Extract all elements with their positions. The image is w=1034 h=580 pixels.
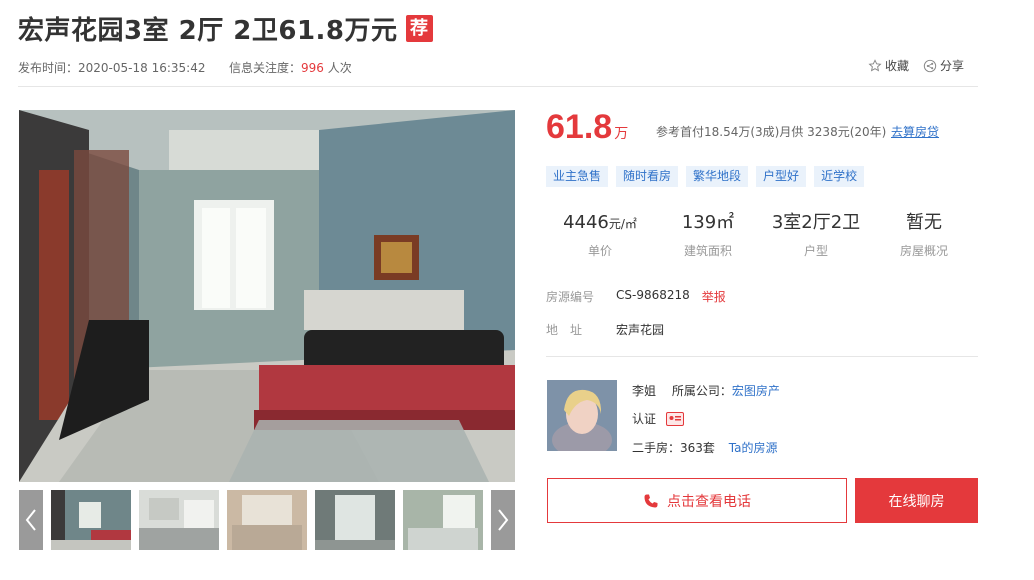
favorite-button[interactable]: 收藏 <box>868 57 909 74</box>
share-icon <box>923 59 937 72</box>
agent-company-link[interactable]: 宏图房产 <box>732 384 780 398</box>
share-label: 分享 <box>939 59 964 73</box>
thumbnail-bedroom-window[interactable] <box>403 490 483 550</box>
id-card-icon <box>666 411 685 426</box>
attention-label: 信息关注度： <box>229 61 302 75</box>
listing-id-label: 房源编号 <box>546 290 595 304</box>
address-label: 地 址 <box>546 323 583 337</box>
view-phone-label: 点击查看电话 <box>667 493 751 510</box>
divider <box>546 356 978 357</box>
stat-label: 单价 <box>587 244 612 258</box>
publish-label: 发布时间： <box>18 61 79 75</box>
feature-tag: 户型好 <box>756 166 807 187</box>
thumbnail-next-button[interactable] <box>491 490 515 550</box>
living-room-photo <box>19 110 515 482</box>
attention-count: 996 <box>301 61 324 75</box>
stat-overview: 暂无 房屋概况 <box>870 210 978 259</box>
listing-actions: 收藏 分享 <box>868 57 964 74</box>
feature-tag: 近学校 <box>814 166 865 187</box>
view-phone-button[interactable]: 点击查看电话 <box>547 478 847 523</box>
favorite-label: 收藏 <box>884 59 909 73</box>
agent-name-row: 李姐 所属公司：宏图房产 <box>632 382 780 399</box>
stat-label: 房屋概况 <box>899 244 948 258</box>
stat-layout: 3室2厅2卫 户型 <box>762 210 870 259</box>
address-row: 地 址 宏声花园 <box>546 321 664 338</box>
feature-tag: 业主急售 <box>546 166 609 187</box>
stat-area: 139㎡ 建筑面积 <box>654 210 762 259</box>
stat-label: 建筑面积 <box>683 244 732 258</box>
stat-value: 暂无 <box>906 212 942 233</box>
agent-name: 李姐 <box>632 384 657 398</box>
main-photo[interactable] <box>19 110 515 482</box>
agent-avatar[interactable] <box>547 380 617 451</box>
feature-tags: 业主急售 随时看房 繁华地段 户型好 近学校 <box>546 166 865 187</box>
thumbnail-balcony-door[interactable] <box>315 490 395 550</box>
chevron-right-icon <box>498 509 509 531</box>
address-value: 宏声花园 <box>616 323 665 337</box>
agent-verify-row: 认证 <box>632 410 685 427</box>
stat-value: 139㎡ <box>681 212 735 233</box>
share-button[interactable]: 分享 <box>923 57 964 74</box>
price-unit: 万 <box>614 126 629 142</box>
verify-label: 认证 <box>632 412 657 426</box>
phone-icon <box>644 494 658 507</box>
online-chat-label: 在线聊房 <box>888 493 945 510</box>
stat-unit: 元/㎡ <box>608 217 637 231</box>
listings-count: 363套 <box>680 441 715 455</box>
feature-tag: 繁华地段 <box>686 166 749 187</box>
attention-suffix: 人次 <box>327 61 352 75</box>
thumbnail-kitchen[interactable] <box>139 490 219 550</box>
report-link[interactable]: 举报 <box>702 288 726 305</box>
publish-time: 2020-05-18 16:35:42 <box>78 61 206 75</box>
thumbnail-living-room[interactable] <box>51 490 131 550</box>
price-block: 61.8 万 <box>546 108 628 147</box>
chevron-left-icon <box>25 509 36 531</box>
listing-title: 宏声花园3室 2厅 2卫61.8万元 <box>18 16 398 46</box>
stat-label: 户型 <box>803 244 828 258</box>
agent-listings-row: 二手房：363套 Ta的房源 <box>632 439 777 456</box>
price-value: 61.8 <box>546 108 613 146</box>
stat-value: 3室2厅2卫 <box>771 212 861 233</box>
payment-reference: 参考首付18.54万(3成)月供 3238元(20年) <box>656 125 887 139</box>
loan-calculator-link[interactable]: 去算房贷 <box>891 123 939 140</box>
stat-unit-price: 4446元/㎡ 单价 <box>546 210 654 259</box>
listing-id-row: 房源编号 CS-9868218 举报 <box>546 288 726 305</box>
agent-listings-link[interactable]: Ta的房源 <box>729 441 778 455</box>
thumbnail-bedroom[interactable] <box>227 490 307 550</box>
meta-row: 发布时间：2020-05-18 16:35:42 信息关注度：996 人次 收藏… <box>18 57 978 87</box>
online-chat-button[interactable]: 在线聊房 <box>855 478 978 523</box>
stat-value: 4446 <box>563 212 609 233</box>
listings-label: 二手房： <box>632 441 681 455</box>
recommend-badge: 荐 <box>405 15 433 42</box>
listing-id-value: CS-9868218 <box>616 288 690 302</box>
company-label: 所属公司： <box>671 384 732 398</box>
listing-title-row: 宏声花园3室 2厅 2卫61.8万元 荐 <box>18 10 433 47</box>
key-stats: 4446元/㎡ 单价 139㎡ 建筑面积 3室2厅2卫 户型 暂无 房屋概况 <box>546 210 978 270</box>
publish-info: 发布时间：2020-05-18 16:35:42 <box>18 59 205 76</box>
feature-tag: 随时看房 <box>616 166 679 187</box>
star-outline-icon <box>868 58 882 71</box>
thumbnail-strip <box>19 490 515 550</box>
attention-info: 信息关注度：996 人次 <box>229 59 352 76</box>
thumbnail-prev-button[interactable] <box>19 490 43 550</box>
